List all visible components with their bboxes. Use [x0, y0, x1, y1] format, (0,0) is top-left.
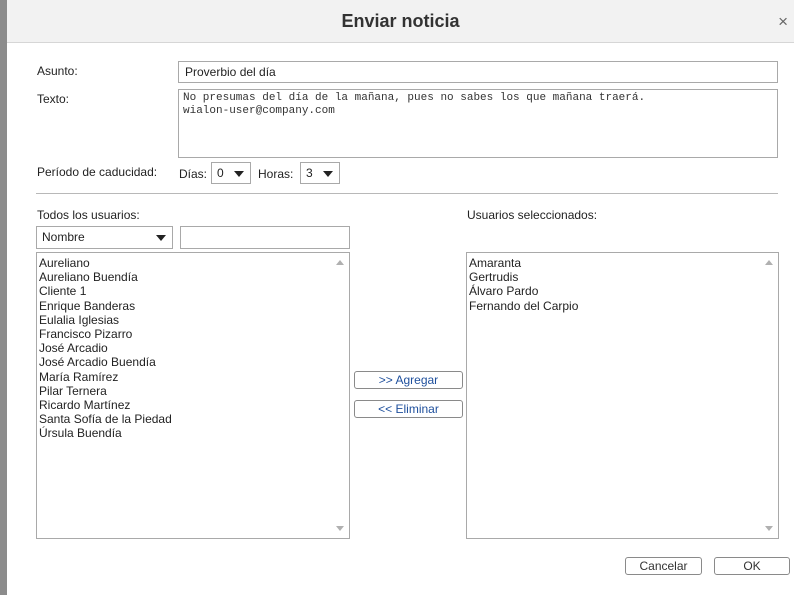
list-item[interactable]: Enrique Banderas: [39, 299, 172, 313]
days-label: Días:: [179, 167, 208, 181]
days-value: 0: [217, 166, 224, 180]
remove-users-button[interactable]: << Eliminar: [354, 400, 463, 418]
message-line: No presumas del día de la mañana, pues n…: [183, 92, 646, 104]
list-item[interactable]: José Arcadio: [39, 341, 172, 355]
selected-users-list[interactable]: Amaranta Gertrudis Álvaro Pardo Fernando…: [466, 252, 779, 539]
all-users-list[interactable]: Aureliano Aureliano Buendía Cliente 1 En…: [36, 252, 350, 539]
scroll-down-icon[interactable]: [765, 526, 773, 531]
add-users-button[interactable]: >> Agregar: [354, 371, 463, 389]
scrollbar[interactable]: [761, 253, 778, 538]
dialog-title: Enviar noticia: [341, 11, 460, 31]
chevron-down-icon: [323, 171, 333, 177]
list-item[interactable]: Álvaro Pardo: [469, 284, 578, 298]
message-line: wialon-user@company.com: [183, 105, 335, 117]
chevron-down-icon: [234, 171, 244, 177]
dialog-left-edge: [0, 0, 7, 595]
list-item[interactable]: María Ramírez: [39, 370, 172, 384]
list-item[interactable]: Santa Sofía de la Piedad: [39, 412, 172, 426]
expiry-label: Período de caducidad:: [37, 165, 158, 179]
scroll-down-icon[interactable]: [336, 526, 344, 531]
scroll-up-icon[interactable]: [336, 260, 344, 265]
list-item[interactable]: Úrsula Buendía: [39, 426, 172, 440]
list-item[interactable]: Aureliano Buendía: [39, 270, 172, 284]
all-users-label: Todos los usuarios:: [37, 208, 140, 222]
chevron-down-icon: [156, 235, 166, 241]
dialog-titlebar: Enviar noticia ×: [7, 0, 794, 43]
list-item[interactable]: Aureliano: [39, 256, 172, 270]
hours-value: 3: [306, 166, 313, 180]
list-item[interactable]: Pilar Ternera: [39, 384, 172, 398]
scrollbar[interactable]: [332, 253, 349, 538]
list-item[interactable]: Cliente 1: [39, 284, 172, 298]
text-label: Texto:: [37, 92, 70, 106]
list-item[interactable]: Ricardo Martínez: [39, 398, 172, 412]
list-item[interactable]: Francisco Pizarro: [39, 327, 172, 341]
days-select[interactable]: 0: [211, 162, 251, 184]
list-item[interactable]: José Arcadio Buendía: [39, 355, 172, 369]
list-item[interactable]: Amaranta: [469, 256, 578, 270]
filter-field-value: Nombre: [42, 230, 85, 244]
message-textarea[interactable]: No presumas del día de la mañana, pues n…: [178, 89, 778, 158]
cancel-button[interactable]: Cancelar: [625, 557, 702, 575]
subject-label: Asunto:: [37, 64, 78, 78]
filter-field-select[interactable]: Nombre: [36, 226, 173, 249]
scroll-up-icon[interactable]: [765, 260, 773, 265]
ok-button[interactable]: OK: [714, 557, 790, 575]
user-search-input[interactable]: [180, 226, 350, 249]
hours-select[interactable]: 3: [300, 162, 340, 184]
selected-users-label: Usuarios seleccionados:: [467, 208, 598, 222]
hours-label: Horas:: [258, 167, 294, 181]
divider: [36, 193, 778, 194]
subject-input[interactable]: Proverbio del día: [178, 61, 778, 83]
list-item[interactable]: Eulalia Iglesias: [39, 313, 172, 327]
list-item[interactable]: Fernando del Carpio: [469, 299, 578, 313]
close-icon[interactable]: ×: [778, 12, 788, 32]
list-item[interactable]: Gertrudis: [469, 270, 578, 284]
